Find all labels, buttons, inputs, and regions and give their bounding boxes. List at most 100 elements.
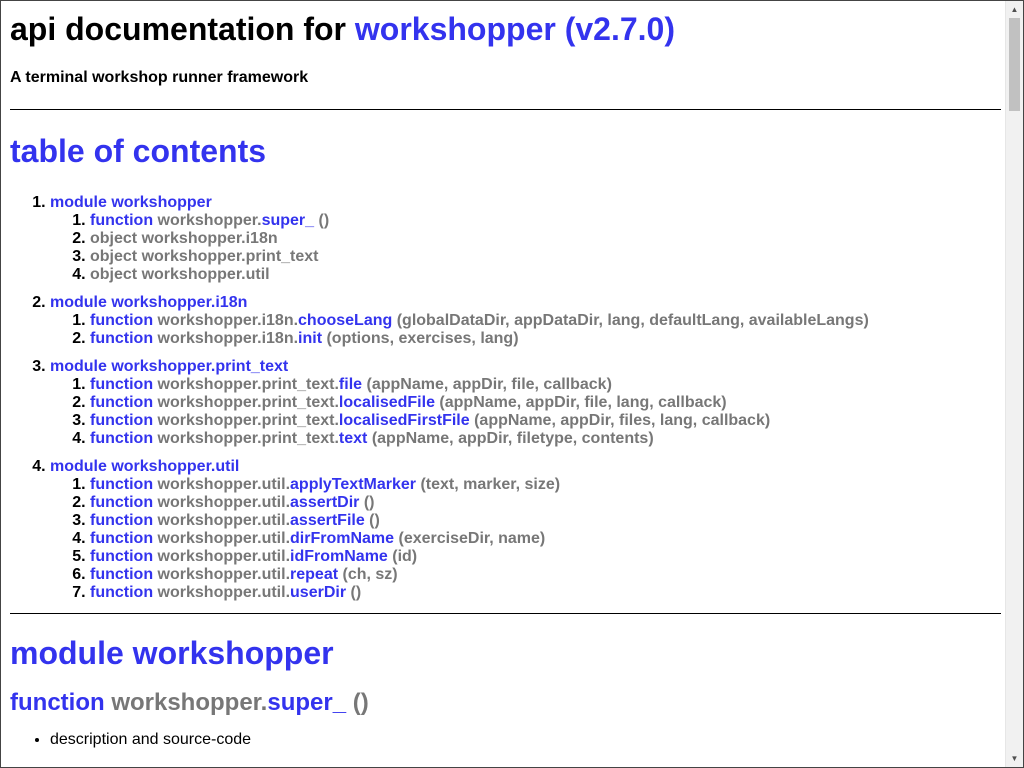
entry-prefix: workshopper.util. — [157, 476, 291, 493]
entry-name-link[interactable]: localisedFile — [339, 394, 435, 411]
entry-prefix: workshopper.util — [141, 266, 270, 283]
toc-entry[interactable]: function workshopper.util.applyTextMarke… — [90, 476, 1001, 494]
entry-kind: function — [90, 530, 154, 547]
toc-entry[interactable]: function workshopper.print_text.localise… — [90, 394, 1001, 412]
entry-kind: function — [90, 430, 154, 447]
toc-entry[interactable]: function workshopper.util.repeat (ch, sz… — [90, 566, 1001, 584]
entry-prefix: workshopper.print_text — [141, 248, 319, 265]
entry-name-link[interactable]: assertFile — [290, 512, 365, 529]
entry-prefix: workshopper.print_text. — [157, 394, 339, 411]
entry-args: (appName, appDir, file, lang, callback) — [434, 394, 727, 411]
toc-entry[interactable]: function workshopper.print_text.localise… — [90, 412, 1001, 430]
toc-module-link[interactable]: module workshopper.util — [50, 458, 239, 475]
toc-entry[interactable]: function workshopper.util.idFromName (id… — [90, 548, 1001, 566]
entry-name-link[interactable]: userDir — [290, 584, 346, 601]
toc-entry[interactable]: object workshopper.i18n — [90, 230, 1001, 248]
entry-args: () — [346, 584, 362, 601]
description-list: description and source-code — [10, 731, 1001, 749]
entry-kind: function — [90, 548, 154, 565]
title-link[interactable]: workshopper (v2.7.0) — [355, 11, 675, 47]
entry-kind: function — [90, 212, 154, 229]
toc-entry[interactable]: function workshopper.util.assertFile () — [90, 512, 1001, 530]
entry-args: (exerciseDir, name) — [394, 530, 546, 547]
entry-kind: object — [90, 230, 138, 247]
page-title: api documentation for workshopper (v2.7.… — [10, 10, 1001, 48]
entry-name-link[interactable]: init — [298, 330, 322, 347]
entry-name-link[interactable]: super_ — [262, 212, 314, 229]
toc-sublist: function workshopper.util.applyTextMarke… — [50, 476, 1001, 602]
entry-name-link[interactable]: chooseLang — [298, 312, 392, 329]
entry-kind: function — [90, 584, 154, 601]
entry-args: (ch, sz) — [338, 566, 398, 583]
page-content: api documentation for workshopper (v2.7.… — [10, 1, 1001, 749]
toc-entry[interactable]: object workshopper.util — [90, 266, 1001, 284]
entry-prefix: workshopper.print_text. — [157, 430, 339, 447]
entry-prefix: workshopper.print_text. — [157, 412, 339, 429]
entry-prefix: workshopper.i18n — [141, 230, 278, 247]
entry-args: () — [359, 494, 375, 511]
entry-kind: function — [90, 476, 154, 493]
function-kind: function — [10, 689, 105, 716]
toc-module-link[interactable]: module workshopper.print_text — [50, 358, 288, 375]
toc-module-link[interactable]: module workshopper — [50, 194, 212, 211]
scroll-down-arrow-icon[interactable]: ▼ — [1006, 750, 1023, 767]
entry-name-link[interactable]: repeat — [290, 566, 338, 583]
toc-entry[interactable]: function workshopper.util.assertDir () — [90, 494, 1001, 512]
entry-kind: function — [90, 394, 154, 411]
browser-viewport: api documentation for workshopper (v2.7.… — [0, 0, 1024, 768]
entry-prefix: workshopper. — [157, 212, 262, 229]
toc-module-link[interactable]: module workshopper.i18n — [50, 294, 247, 311]
entry-name-link[interactable]: text — [339, 430, 367, 447]
function-args: () — [346, 689, 369, 716]
function-prefix: workshopper. — [111, 689, 268, 716]
entry-kind: function — [90, 330, 154, 347]
divider — [10, 109, 1001, 110]
entry-kind: function — [90, 494, 154, 511]
entry-kind: object — [90, 266, 138, 283]
entry-prefix: workshopper.i18n. — [157, 312, 299, 329]
vertical-scrollbar[interactable]: ▲ ▼ — [1005, 1, 1023, 767]
toc-entry[interactable]: function workshopper.i18n.init (options,… — [90, 330, 1001, 348]
description-item[interactable]: description and source-code — [50, 731, 1001, 749]
scroll-up-arrow-icon[interactable]: ▲ — [1006, 1, 1023, 18]
toc-list: module workshopperfunction workshopper.s… — [10, 194, 1001, 602]
scroll-thumb[interactable] — [1009, 18, 1020, 111]
toc-entry[interactable]: function workshopper.util.userDir () — [90, 584, 1001, 602]
entry-args: (options, exercises, lang) — [322, 330, 519, 347]
entry-name-link[interactable]: applyTextMarker — [290, 476, 416, 493]
toc-entry[interactable]: function workshopper.print_text.text (ap… — [90, 430, 1001, 448]
divider — [10, 613, 1001, 614]
entry-kind: function — [90, 312, 154, 329]
toc-module-item: module workshopper.print_textfunction wo… — [50, 358, 1001, 448]
entry-args: (text, marker, size) — [416, 476, 561, 493]
entry-kind: function — [90, 566, 154, 583]
toc-sublist: function workshopper.print_text.file (ap… — [50, 376, 1001, 448]
toc-entry[interactable]: function workshopper.super_ () — [90, 212, 1001, 230]
entry-name-link[interactable]: file — [339, 376, 362, 393]
title-prefix: api documentation for — [10, 11, 355, 47]
entry-name-link[interactable]: idFromName — [290, 548, 388, 565]
entry-name-link[interactable]: localisedFirstFile — [339, 412, 470, 429]
module-heading: module workshopper — [10, 635, 334, 671]
toc-entry[interactable]: object workshopper.print_text — [90, 248, 1001, 266]
entry-kind: function — [90, 376, 154, 393]
toc-entry[interactable]: function workshopper.print_text.file (ap… — [90, 376, 1001, 394]
entry-args: () — [364, 512, 380, 529]
function-name: super_ — [267, 689, 347, 716]
toc-sublist: function workshopper.super_ ()object wor… — [50, 212, 1001, 284]
entry-name-link[interactable]: assertDir — [290, 494, 359, 511]
entry-args: (globalDataDir, appDataDir, lang, defaul… — [392, 312, 869, 329]
toc-module-item: module workshopper.i18nfunction workshop… — [50, 294, 1001, 348]
entry-prefix: workshopper.print_text. — [157, 376, 339, 393]
entry-prefix: workshopper.util. — [157, 566, 291, 583]
entry-prefix: workshopper.util. — [157, 530, 291, 547]
entry-args: (appName, appDir, files, lang, callback) — [469, 412, 771, 429]
toc-entry[interactable]: function workshopper.util.dirFromName (e… — [90, 530, 1001, 548]
entry-name-link[interactable]: dirFromName — [290, 530, 394, 547]
toc-sublist: function workshopper.i18n.chooseLang (gl… — [50, 312, 1001, 348]
entry-args: (appName, appDir, file, callback) — [362, 376, 612, 393]
page-subtitle: A terminal workshop runner framework — [10, 69, 309, 86]
entry-kind: function — [90, 512, 154, 529]
entry-prefix: workshopper.util. — [157, 494, 291, 511]
toc-entry[interactable]: function workshopper.i18n.chooseLang (gl… — [90, 312, 1001, 330]
